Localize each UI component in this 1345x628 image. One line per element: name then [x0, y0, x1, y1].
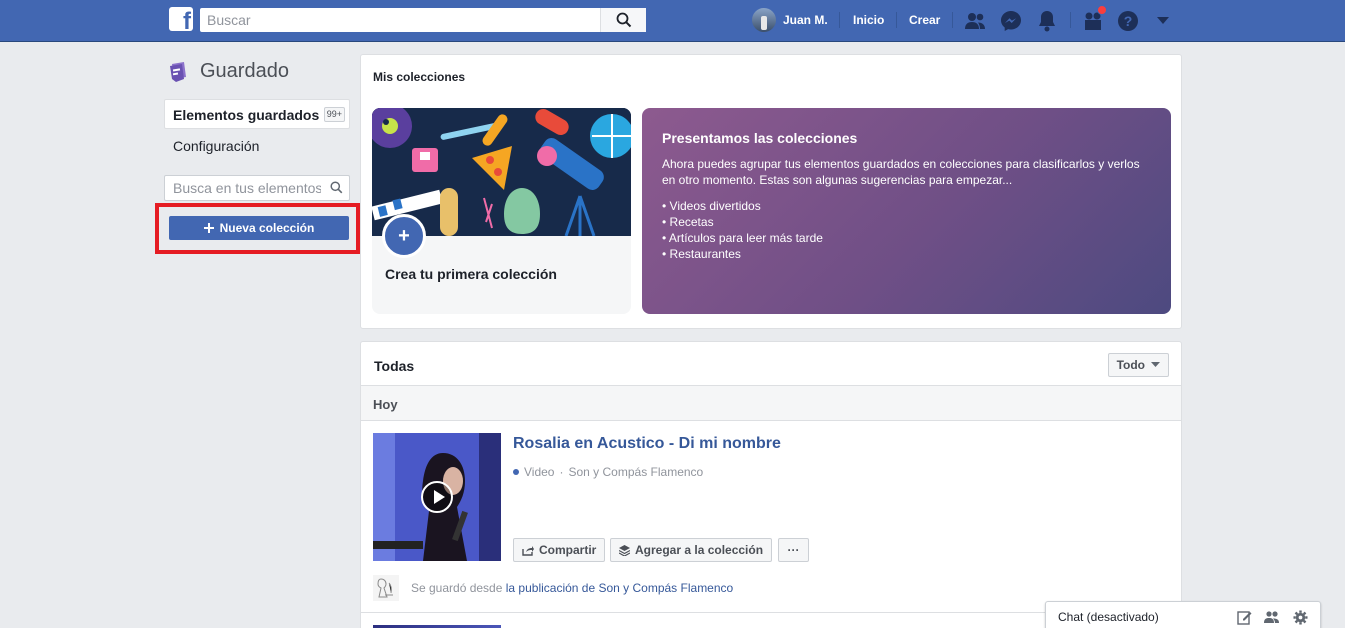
all-saved-items-card: Todas Todo Hoy Rosalia en Acustico - Di …	[360, 341, 1182, 628]
saved-item-meta: Video · Son y Compás Flamenco	[513, 465, 703, 479]
nav-divider	[1070, 12, 1071, 28]
avatar	[752, 8, 776, 32]
saved-search-input[interactable]	[165, 176, 321, 200]
list-item: Restaurantes	[662, 246, 823, 262]
my-collections-header: Mis colecciones	[373, 70, 466, 84]
add-to-collection-button[interactable]: Agregar a la colección	[610, 538, 773, 562]
home-link[interactable]: Inicio	[853, 13, 884, 27]
more-options-icon: ···	[787, 543, 800, 557]
item-type: Video	[524, 465, 555, 479]
user-name: Juan M.	[783, 13, 828, 27]
my-collections-card: Mis colecciones + Crea tu primera colecc…	[360, 54, 1182, 329]
saved-from-line: Se guardó desde la publicación de Son y …	[373, 575, 733, 601]
facebook-logo-icon[interactable]: f	[169, 7, 193, 31]
groups-icon[interactable]	[1081, 5, 1107, 33]
promo-suggestions-list: Videos divertidos Recetas Artículos para…	[662, 198, 823, 262]
search-button[interactable]	[600, 8, 646, 32]
compose-icon[interactable]	[1236, 609, 1252, 625]
sidebar-item-saved-items[interactable]: Elementos guardados 99+	[164, 99, 350, 129]
chat-status-label: Chat (desactivado)	[1058, 610, 1159, 624]
new-collection-label: Nueva colección	[219, 221, 315, 235]
filter-label: Todo	[1116, 358, 1145, 372]
caret-down-icon[interactable]	[1151, 9, 1175, 33]
saved-search-box	[164, 175, 350, 201]
unread-dot-icon	[513, 469, 519, 475]
nav-divider	[839, 12, 840, 28]
saved-item-title[interactable]: Rosalia en Acustico - Di mi nombre	[513, 435, 781, 453]
filter-dropdown[interactable]: Todo	[1107, 353, 1169, 377]
nav-divider	[896, 12, 897, 28]
list-item: Artículos para leer más tarde	[662, 230, 823, 246]
notification-badge	[1097, 5, 1107, 15]
chevron-down-icon	[1151, 362, 1160, 367]
source-avatar[interactable]	[373, 575, 399, 601]
saved-bookmark-icon	[170, 61, 186, 82]
sidebar-item-settings[interactable]: Configuración	[173, 138, 259, 154]
layers-icon	[619, 544, 630, 556]
friend-requests-icon[interactable]	[963, 9, 987, 33]
video-thumbnail[interactable]	[373, 433, 501, 561]
search-icon[interactable]	[330, 181, 343, 194]
saved-from-link[interactable]: la publicación de Son y Compás Flamenco	[506, 581, 733, 595]
play-icon[interactable]	[421, 481, 453, 513]
chat-bar[interactable]: Chat (desactivado)	[1045, 601, 1321, 628]
help-icon[interactable]: ?	[1116, 9, 1140, 33]
share-button[interactable]: Compartir	[513, 538, 606, 562]
more-options-button[interactable]: ···	[778, 538, 809, 562]
add-to-collection-label: Agregar a la colección	[635, 543, 764, 557]
svg-text:?: ?	[1124, 13, 1133, 29]
saved-page-title: Guardado	[168, 60, 289, 83]
share-label: Compartir	[539, 543, 597, 557]
top-navigation-bar: f Juan M. Inicio Crear ?	[0, 0, 1345, 42]
promo-description: Ahora puedes agrupar tus elementos guard…	[662, 157, 1140, 187]
global-search-box	[200, 8, 646, 32]
settings-icon[interactable]	[1292, 609, 1308, 625]
list-item: Videos divertidos	[662, 198, 823, 214]
new-collection-button[interactable]: Nueva colección	[169, 216, 349, 240]
new-group-icon[interactable]	[1264, 609, 1280, 625]
list-item: Recetas	[662, 214, 823, 230]
create-first-collection-card[interactable]: + Crea tu primera colección	[372, 108, 631, 314]
messenger-icon[interactable]	[999, 9, 1023, 33]
create-first-collection-caption: Crea tu primera colección	[385, 266, 557, 282]
profile-link[interactable]: Juan M.	[752, 8, 828, 32]
meta-separator: ·	[559, 465, 564, 479]
page-title: Guardado	[200, 60, 289, 82]
saved-from-prefix: Se guardó desde	[411, 581, 503, 595]
add-collection-icon[interactable]: +	[382, 214, 426, 258]
global-search-input[interactable]	[200, 8, 600, 32]
create-link[interactable]: Crear	[909, 13, 940, 27]
collections-intro-banner: Presentamos las colecciones Ahora puedes…	[642, 108, 1171, 314]
search-icon	[616, 12, 631, 28]
notifications-icon[interactable]	[1035, 9, 1059, 33]
nav-divider	[952, 12, 953, 28]
plus-icon	[203, 223, 214, 233]
day-label: Hoy	[373, 397, 398, 412]
item-source[interactable]: Son y Compás Flamenco	[568, 465, 703, 479]
share-icon	[522, 545, 534, 556]
count-badge: 99+	[323, 107, 345, 122]
sidebar-item-label: Elementos guardados	[173, 107, 320, 123]
day-group-header: Hoy	[361, 385, 1181, 421]
promo-title: Presentamos las colecciones	[662, 130, 858, 146]
all-items-header: Todas	[374, 358, 415, 374]
